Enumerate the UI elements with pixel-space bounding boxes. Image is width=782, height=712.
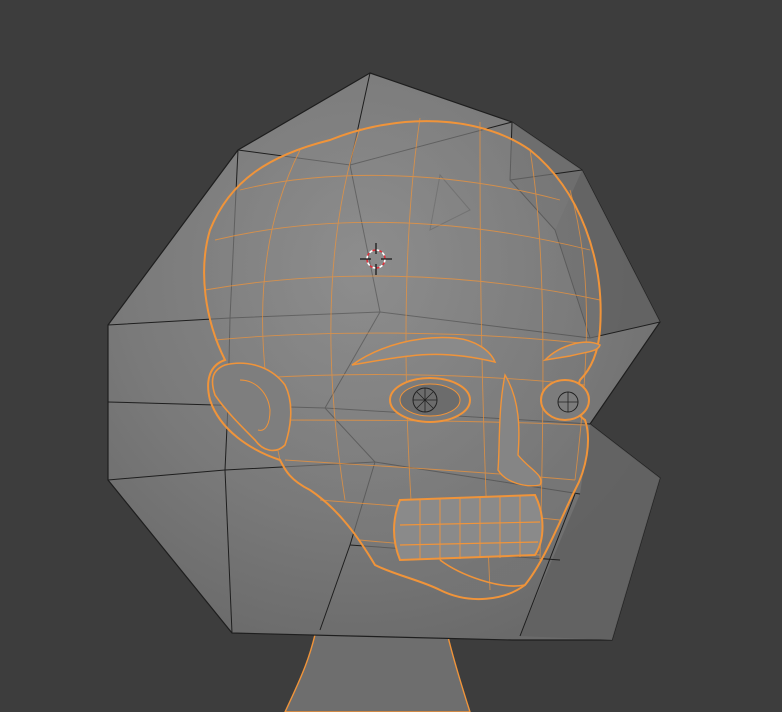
right-eye <box>540 379 590 421</box>
left-eye <box>389 377 471 423</box>
3d-viewport[interactable] <box>0 0 782 712</box>
mouth-teeth <box>393 493 544 562</box>
